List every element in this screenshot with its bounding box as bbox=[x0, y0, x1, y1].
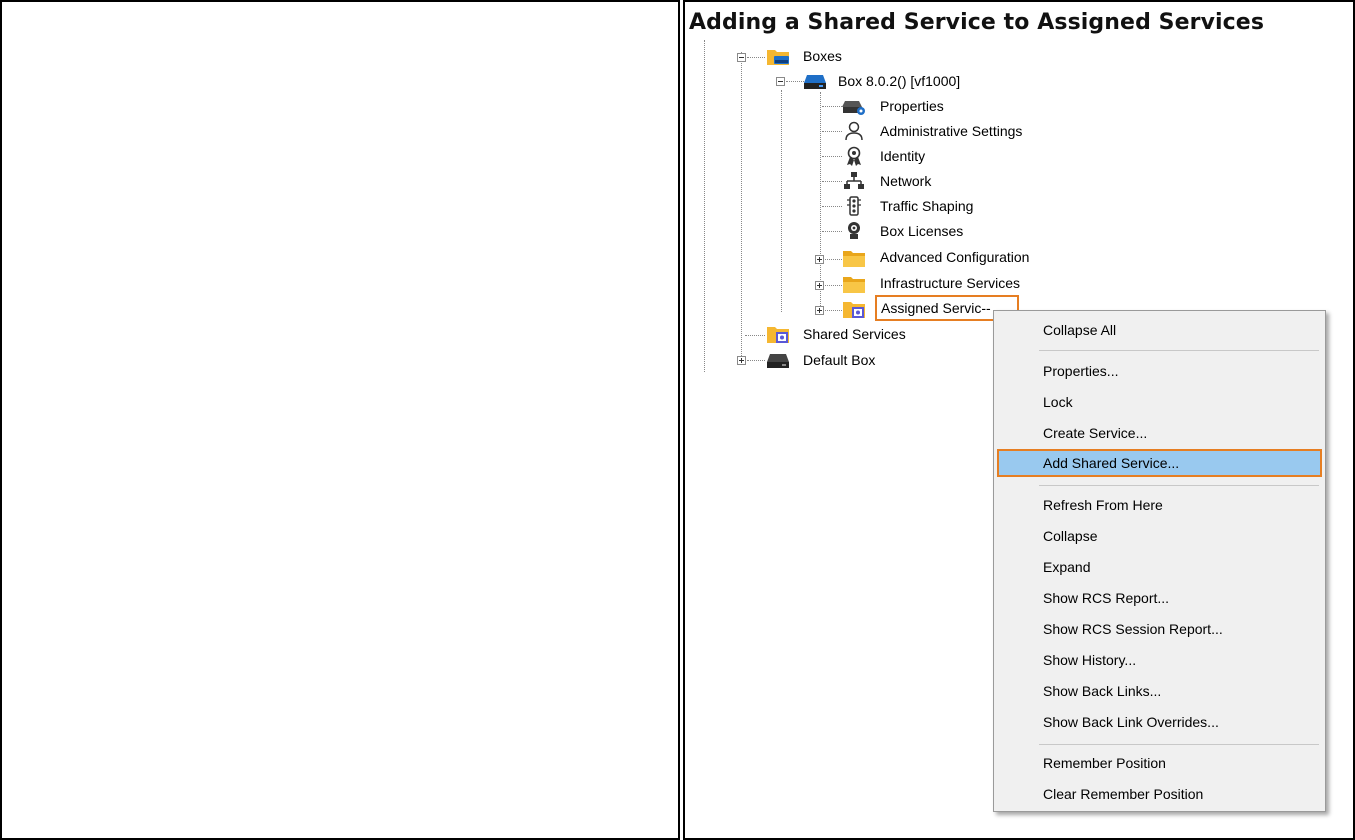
tree-item-shared-services[interactable]: Shared Services bbox=[803, 325, 906, 343]
menu-item-clear-remember-position[interactable]: Clear Remember Position bbox=[997, 780, 1322, 808]
tree-item-identity[interactable]: Identity bbox=[880, 147, 925, 165]
folder-service-icon bbox=[767, 327, 789, 343]
menu-separator bbox=[1039, 485, 1319, 486]
menu-separator bbox=[1039, 350, 1319, 351]
tree-item-admin-settings[interactable]: Administrative Settings bbox=[880, 122, 1022, 140]
menu-item-show-history[interactable]: Show History... bbox=[997, 646, 1322, 674]
tree-item-traffic-shaping[interactable]: Traffic Shaping bbox=[880, 197, 973, 215]
menu-item-add-shared-service[interactable]: Add Shared Service... bbox=[997, 449, 1322, 477]
menu-item-refresh-from-here[interactable]: Refresh From Here bbox=[997, 491, 1322, 519]
tree-item-network[interactable]: Network bbox=[880, 172, 931, 190]
default-box-expand-toggle[interactable] bbox=[737, 356, 746, 365]
user-outline-icon bbox=[845, 121, 863, 141]
menu-item-show-back-link-overrides[interactable]: Show Back Link Overrides... bbox=[997, 708, 1322, 736]
traffic-light-icon bbox=[847, 196, 861, 216]
tree-item-assigned-services[interactable]: Assigned Servic-- bbox=[881, 299, 991, 317]
box-server-icon bbox=[767, 354, 789, 368]
menu-item-create-service[interactable]: Create Service... bbox=[997, 419, 1322, 447]
tree-item-box-licenses[interactable]: Box Licenses bbox=[880, 222, 963, 240]
certificate-icon bbox=[847, 146, 861, 166]
tree-item-properties[interactable]: Properties bbox=[880, 97, 944, 115]
folder-service-icon bbox=[843, 302, 865, 318]
context-menu: Collapse All Properties... Lock Create S… bbox=[993, 310, 1326, 812]
folder-icon bbox=[843, 251, 865, 267]
advanced-configuration-expand-toggle[interactable] bbox=[815, 255, 824, 264]
menu-item-properties[interactable]: Properties... bbox=[997, 357, 1322, 385]
license-badge-icon bbox=[848, 222, 860, 239]
box-collapse-toggle[interactable] bbox=[776, 77, 785, 86]
menu-item-collapse[interactable]: Collapse bbox=[997, 522, 1322, 550]
menu-item-remember-position[interactable]: Remember Position bbox=[997, 749, 1322, 777]
tree-item-default-box[interactable]: Default Box bbox=[803, 351, 875, 369]
folder-icon bbox=[843, 277, 865, 293]
tree-item-infrastructure-services[interactable]: Infrastructure Services bbox=[880, 274, 1020, 292]
tree-item-advanced-configuration[interactable]: Advanced Configuration bbox=[880, 248, 1029, 266]
network-tree-icon bbox=[844, 172, 864, 189]
menu-item-lock[interactable]: Lock bbox=[997, 388, 1322, 416]
menu-item-show-rcs-report[interactable]: Show RCS Report... bbox=[997, 584, 1322, 612]
boxes-collapse-toggle[interactable] bbox=[737, 53, 746, 62]
box-server-icon bbox=[804, 75, 826, 89]
menu-separator bbox=[1039, 744, 1319, 745]
menu-item-expand[interactable]: Expand bbox=[997, 553, 1322, 581]
folder-box-icon bbox=[767, 50, 789, 65]
tree-item-box[interactable]: Box 8.0.2() [vf1000] bbox=[838, 72, 960, 90]
server-gear-icon bbox=[842, 101, 865, 115]
menu-item-show-rcs-session-report[interactable]: Show RCS Session Report... bbox=[997, 615, 1322, 643]
menu-item-collapse-all[interactable]: Collapse All bbox=[997, 316, 1322, 344]
assigned-services-expand-toggle[interactable] bbox=[815, 306, 824, 315]
tree-item-boxes[interactable]: Boxes bbox=[803, 47, 842, 65]
menu-item-show-back-links[interactable]: Show Back Links... bbox=[997, 677, 1322, 705]
infrastructure-services-expand-toggle[interactable] bbox=[815, 281, 824, 290]
